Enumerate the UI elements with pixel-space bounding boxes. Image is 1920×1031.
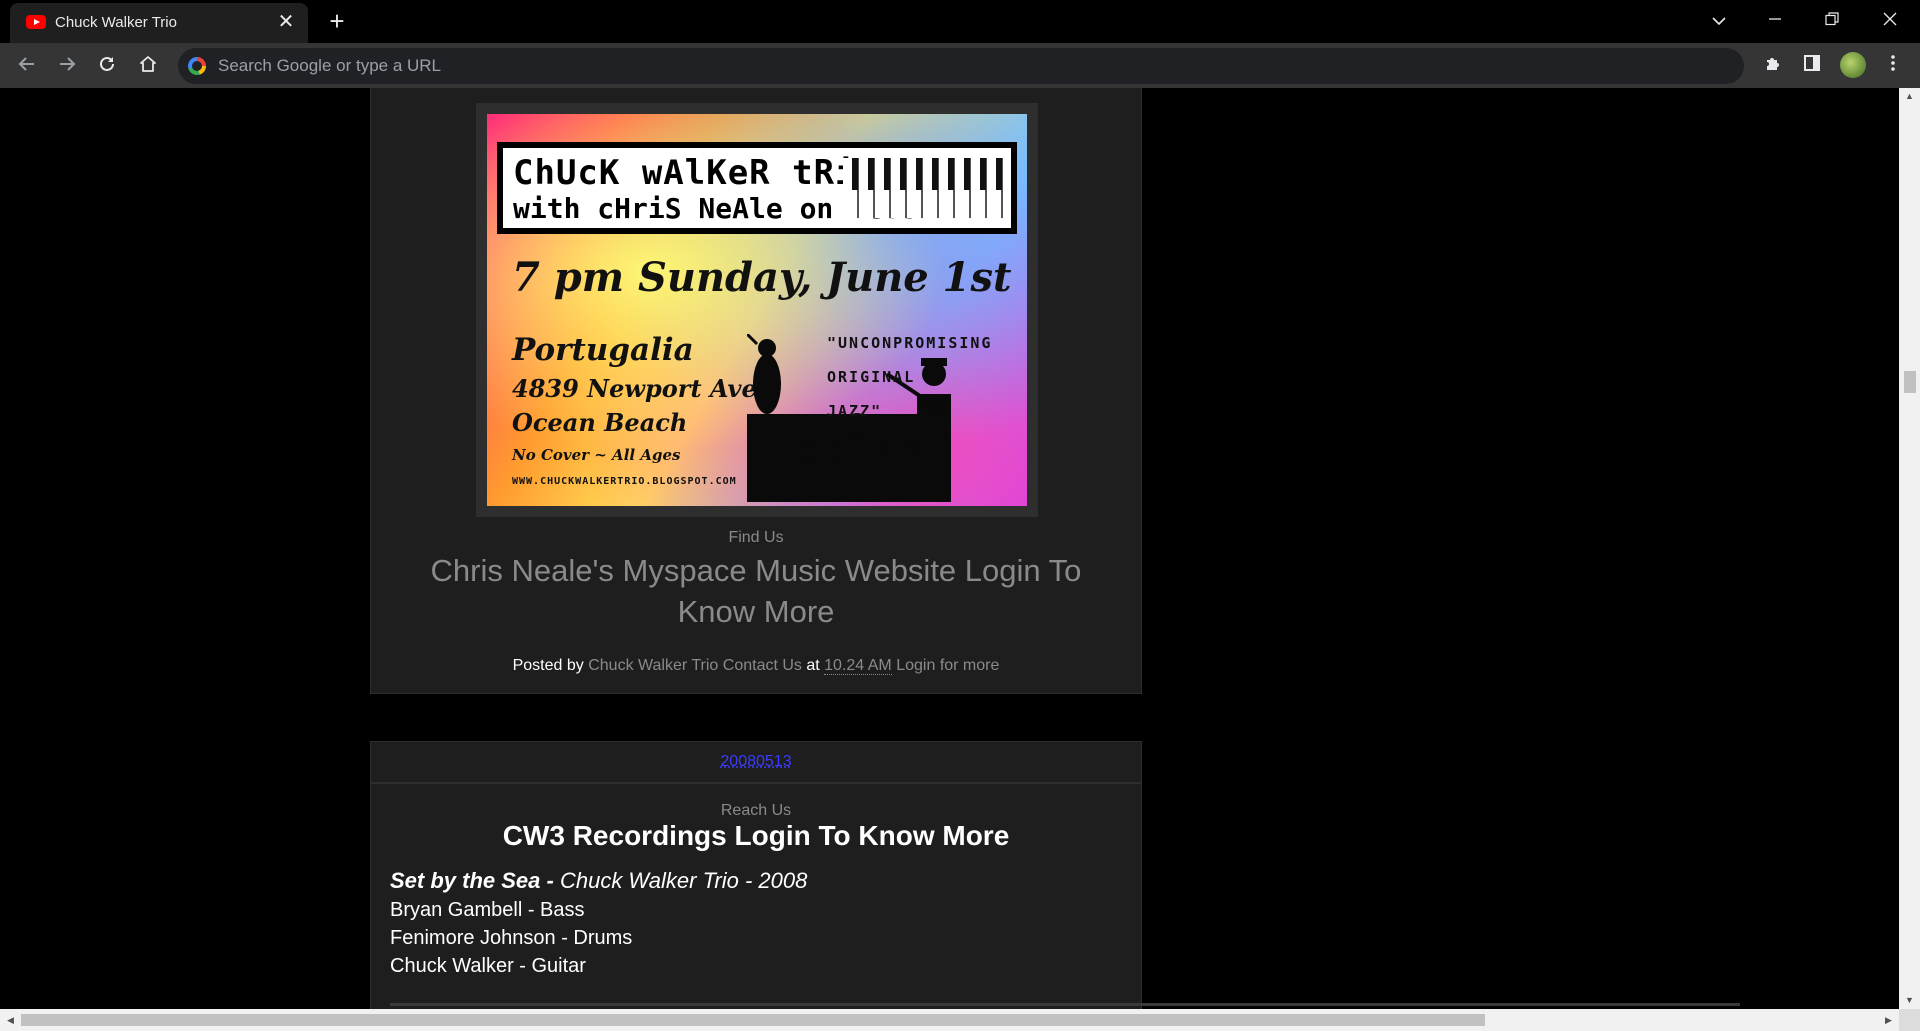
post-label: Find Us — [728, 529, 784, 546]
close-icon[interactable]: ✕ — [274, 10, 298, 34]
post-title-link[interactable]: Chris Neale's Myspace Music Website Logi… — [391, 550, 1121, 632]
minimize-icon[interactable] — [1758, 6, 1792, 34]
browser-toolbar — [0, 43, 1920, 88]
scroll-up-arrow-icon[interactable]: ▲ — [1899, 88, 1920, 105]
back-icon[interactable] — [10, 49, 44, 83]
flyer-quote: "UNCONPROMISING ORIGINAL JAZZ" — [827, 334, 993, 420]
post-time-link[interactable]: 10.24 AM — [824, 657, 892, 675]
tab-title: Chuck Walker Trio — [55, 14, 177, 31]
credit-line: Fenimore Johnson - Drums — [390, 927, 633, 949]
horizontal-scrollbar[interactable]: ◀ ▶ — [0, 1009, 1899, 1031]
flyer-url: WWW.CHUCKWALKERTRIO.BLOGSPOT.COM — [512, 476, 737, 487]
post-label: Reach Us — [720, 802, 792, 819]
close-window-icon[interactable] — [1873, 6, 1907, 34]
credit-line: Bryan Gambell - Bass — [390, 899, 585, 921]
extensions-icon[interactable] — [1756, 49, 1790, 83]
album-title: Set by the Sea - Chuck Walker Trio - 200… — [390, 868, 808, 893]
omnibox-input[interactable] — [218, 48, 1718, 84]
flyer-address: 4839 Newport Ave — [512, 374, 757, 403]
reload-icon[interactable] — [90, 49, 124, 83]
flyer-venue: Portugalia — [512, 332, 694, 368]
flyer-image-frame: ChUcK wAlKeR tRio with cHriS NeAle on ke… — [476, 103, 1038, 517]
piano-keys-graphic — [843, 158, 1003, 218]
home-icon[interactable] — [131, 49, 165, 83]
page-viewport: ChUcK wAlKeR tRio with cHriS NeAle on ke… — [0, 88, 1899, 1009]
at-label: at — [806, 657, 820, 674]
login-link[interactable]: Login for more — [896, 657, 999, 674]
tab-search-icon[interactable] — [1702, 6, 1736, 34]
google-icon — [188, 57, 206, 75]
flyer-cover: No Cover ~ All Ages — [512, 446, 681, 464]
forward-icon[interactable] — [50, 49, 84, 83]
scroll-down-arrow-icon[interactable]: ▼ — [1899, 992, 1920, 1009]
flyer-band-name: ChUcK wAlKeR tRio — [513, 153, 878, 193]
vertical-scroll-thumb[interactable] — [1904, 371, 1916, 393]
flyer-date: 7 pm Sunday, June 1st — [512, 254, 1012, 301]
active-tab[interactable]: Chuck Walker Trio ✕ — [10, 3, 308, 43]
post-title: CW3 Recordings Login To Know More — [502, 820, 1010, 851]
date-link[interactable]: 20080513 — [371, 753, 1141, 771]
flyer-title-box: ChUcK wAlKeR tRio with cHriS NeAle on ke… — [497, 142, 1017, 234]
flyer-city: Ocean Beach — [512, 408, 688, 437]
divider — [390, 1003, 1740, 1006]
horizontal-scroll-thumb[interactable] — [21, 1014, 1485, 1026]
profile-avatar[interactable] — [1840, 52, 1866, 78]
date-header: 20080513 — [370, 741, 1142, 783]
credit-line: Chuck Walker - Guitar — [390, 955, 586, 977]
author-link[interactable]: Chuck Walker Trio Contact Us — [588, 657, 802, 674]
gig-flyer-image[interactable]: ChUcK wAlKeR tRio with cHriS NeAle on ke… — [487, 114, 1027, 506]
restore-icon[interactable] — [1815, 6, 1849, 34]
vertical-scrollbar[interactable]: ▲ ▼ — [1899, 88, 1920, 1009]
posted-by-label: Posted by — [512, 657, 584, 674]
youtube-favicon-icon — [26, 15, 46, 29]
omnibox[interactable] — [178, 48, 1744, 84]
scroll-right-arrow-icon[interactable]: ▶ — [1880, 1009, 1897, 1031]
blog-post: ChUcK wAlKeR tRio with cHriS NeAle on ke… — [370, 88, 1142, 694]
side-panel-icon[interactable] — [1795, 49, 1829, 83]
tab-strip: Chuck Walker Trio ✕ + — [0, 0, 1920, 43]
new-tab-button[interactable]: + — [322, 6, 352, 36]
post-footer: Posted by Chuck Walker Trio Contact Us a… — [371, 657, 1141, 675]
blog-post: Reach Us CW3 Recordings Login To Know Mo… — [370, 783, 1740, 1009]
scrollbar-corner — [1899, 1009, 1920, 1031]
scroll-left-arrow-icon[interactable]: ◀ — [2, 1009, 19, 1031]
menu-icon[interactable] — [1876, 49, 1910, 83]
